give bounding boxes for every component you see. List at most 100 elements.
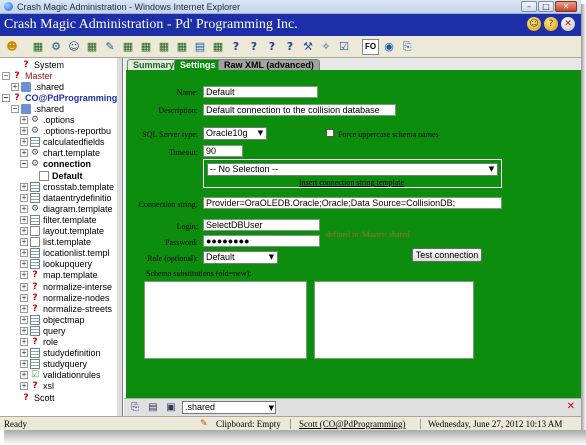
role-select[interactable]: Default ▼ [203,251,278,264]
tree-item[interactable]: Default [29,170,83,181]
tree-item[interactable]: + list.template [20,237,91,248]
close-icon[interactable]: ✕ [567,401,575,412]
tree-item[interactable]: − .shared [11,103,64,114]
expand-icon[interactable]: + [20,382,28,391]
tree-item[interactable]: + calculatedfields [20,137,105,148]
expand-icon[interactable]: + [11,82,19,91]
tree-item[interactable]: +? xsl [20,381,54,392]
tree-item[interactable]: + ⚙ .options [20,115,75,126]
tree-item[interactable]: + dataentrydefinitio [20,192,112,203]
expand-icon[interactable]: + [20,315,28,324]
tree-item[interactable]: +? normalize-interse [20,281,112,292]
tree-item[interactable]: + lookupquery [20,259,92,270]
expand-icon[interactable]: + [20,127,28,136]
collapse-icon[interactable]: − [2,93,10,102]
tree-item[interactable]: ? Scott [11,392,54,403]
table-icon[interactable]: ▦ [84,39,100,55]
collapse-icon[interactable]: − [2,71,10,80]
copy-icon[interactable]: ⎘ [128,401,142,415]
calculator-icon[interactable]: ▤ [192,39,208,55]
tree-item[interactable]: + filter.template [20,214,97,225]
expand-icon[interactable]: + [20,293,28,302]
maximize-button[interactable]: □ [538,1,554,12]
tab-summary[interactable]: Summary [127,59,181,70]
folder-select[interactable]: .shared ▼ [182,401,276,414]
users-icon[interactable]: ☺ [66,39,82,55]
test-connection-button[interactable]: Test connection [412,248,482,262]
tree-item[interactable]: + ☑ validationrules [20,370,101,381]
insert-template-link[interactable]: Insert connection string template [299,178,404,187]
close-window-button[interactable]: ✕ [555,1,577,12]
expand-icon[interactable]: + [20,360,28,369]
tree-item[interactable]: + layout.template [20,226,104,237]
login-field[interactable]: SelectDBUser [203,219,320,231]
grid-icon[interactable]: ▦ [210,39,226,55]
current-user[interactable]: Scott (CO@PdProgramming) [299,419,406,429]
tree-item[interactable]: ? System [11,59,64,70]
connection-template-select[interactable]: -- No Selection -- ▼ [207,163,498,176]
help-icon[interactable]: ? [228,39,244,55]
connection-string-field[interactable]: Provider=OraOLEDB.Oracle;Oracle;Data Sou… [203,197,502,209]
wand-icon[interactable]: ✧ [318,39,334,55]
tree-scrollbar[interactable] [117,58,122,416]
tree-item[interactable]: + query [20,325,66,336]
expand-icon[interactable]: + [20,204,28,213]
tab-raw-xml[interactable]: Raw XML (advanced) [218,59,320,70]
checklist-icon[interactable]: ☑ [336,39,352,55]
tree-item[interactable]: + objectmap [20,314,85,325]
tree-item[interactable]: −? CO@PdProgramming [2,92,117,103]
settings-icon[interactable]: ⚙ [48,39,64,55]
tree-item[interactable]: +? map.template [20,270,98,281]
expand-icon[interactable]: + [20,338,28,346]
description-field[interactable]: Default connection to the collision data… [203,104,396,116]
tree-item[interactable]: + ⚙ .options-reportbu [20,126,111,137]
tree-item[interactable]: + ⚙ diagram.template [20,203,113,214]
name-field[interactable]: Default [203,86,318,98]
expand-icon[interactable]: + [20,227,28,235]
expand-icon[interactable]: + [20,138,28,147]
tree-item[interactable]: + ⚙ chart.template [20,148,100,159]
tree-item[interactable]: +? normalize-streets [20,303,112,314]
globe-icon[interactable]: ◉ [381,39,397,55]
expand-icon[interactable]: + [20,193,28,202]
pencil-icon[interactable]: ✎ [102,39,118,55]
sql-type-select[interactable]: Oracle10g ▼ [203,127,267,140]
new-document-icon[interactable]: ▤ [146,401,160,415]
grid-icon[interactable]: ▦ [174,39,190,55]
expand-icon[interactable]: + [20,282,28,291]
tree-item[interactable]: + crosstab.template [20,181,114,192]
expand-icon[interactable]: + [20,349,28,358]
tools-icon[interactable]: ⚒ [300,39,316,55]
expand-icon[interactable]: + [20,215,28,224]
tree-item[interactable]: − ⚙ connection [20,159,91,170]
user-smiley-icon[interactable]: ☺ [527,17,541,31]
help-icon[interactable]: ? [246,39,262,55]
grid-icon[interactable]: ▦ [138,39,154,55]
tree-item[interactable]: + studyquery [20,359,87,370]
help-icon[interactable]: ? [544,17,558,31]
expand-icon[interactable]: + [20,371,28,380]
expand-icon[interactable]: + [20,326,28,335]
expand-icon[interactable]: + [20,182,28,191]
fo-button[interactable]: FO [362,38,380,55]
tree-item[interactable]: + locationlist.templ [20,248,110,259]
password-field[interactable]: ●●●●●●●● [203,235,320,247]
grid-icon[interactable]: ▦ [120,39,136,55]
expand-icon[interactable]: + [20,260,28,269]
tree-item[interactable]: +? normalize-nodes [20,292,110,303]
paste-icon[interactable]: ▣ [164,401,178,415]
force-uppercase-checkbox[interactable] [326,129,334,137]
export-icon[interactable]: ⎘ [399,39,415,55]
expand-icon[interactable]: + [20,116,28,124]
schema-old-textarea[interactable] [144,281,307,359]
collapse-icon[interactable]: − [11,104,19,113]
grid-icon[interactable]: ▦ [156,39,172,55]
tree-item[interactable]: + .shared [11,81,64,92]
help-icon[interactable]: ? [264,39,280,55]
expand-icon[interactable]: + [20,249,28,258]
tree-item[interactable]: +? role [20,337,58,348]
grid-icon[interactable]: ▦ [30,39,46,55]
collapse-icon[interactable]: − [20,160,28,169]
tree-item[interactable]: −? Master [2,70,53,81]
expand-icon[interactable]: + [20,238,28,247]
